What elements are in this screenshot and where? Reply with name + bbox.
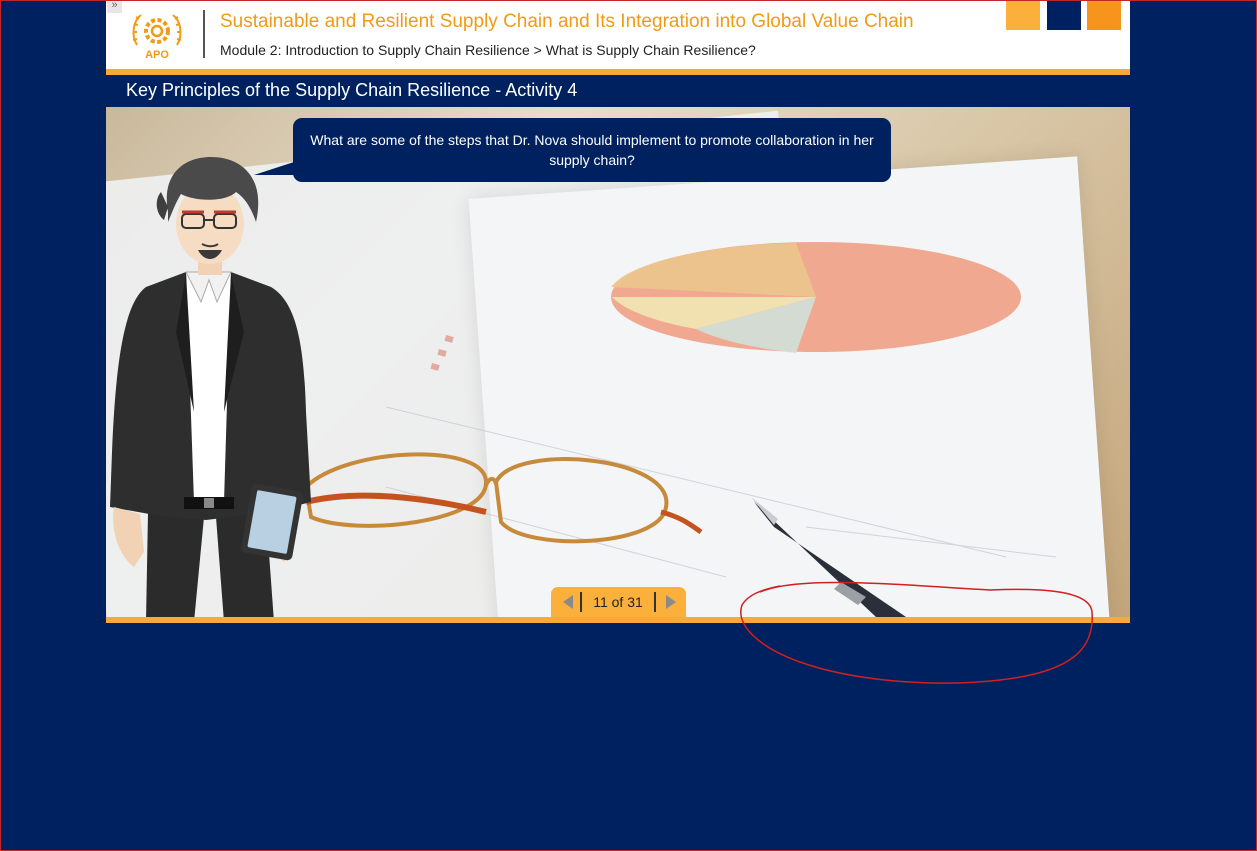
breadcrumb: Module 2: Introduction to Supply Chain R… [220,42,756,58]
menu-square-button-3[interactable] [1087,0,1121,30]
slide-title-bar: Key Principles of the Supply Chain Resil… [106,75,1130,107]
menu-square-button-1[interactable] [1006,0,1040,30]
nav-separator [580,592,582,612]
course-title: Sustainable and Resilient Supply Chain a… [220,11,914,32]
pie-chart-illustration [611,242,1021,353]
slide-title: Key Principles of the Supply Chain Resil… [126,80,578,100]
expand-sidebar-button[interactable]: » [107,0,122,13]
triangle-left-icon [563,595,573,609]
menu-square-button-2[interactable] [1047,0,1081,30]
header-divider [203,10,205,58]
slide-stage: What are some of the steps that Dr. Nova… [106,107,1130,617]
speech-bubble: What are some of the steps that Dr. Nova… [293,118,891,182]
footer-accent-bar [106,617,1130,623]
apo-logo: APO [132,14,182,61]
slide-navigation: 11 of 31 [551,587,686,617]
logo-text: APO [145,49,169,61]
next-slide-button[interactable] [663,594,679,610]
pen-illustration [751,497,906,617]
course-header: APO Sustainable and Resilient Supply Cha… [106,0,1130,69]
triangle-right-icon [666,595,676,609]
dr-nova-character [110,157,311,617]
course-player: APO Sustainable and Resilient Supply Cha… [106,0,1130,623]
previous-slide-button[interactable] [560,594,576,610]
slide-counter: 11 of 31 [593,594,643,610]
nav-separator [654,592,656,612]
